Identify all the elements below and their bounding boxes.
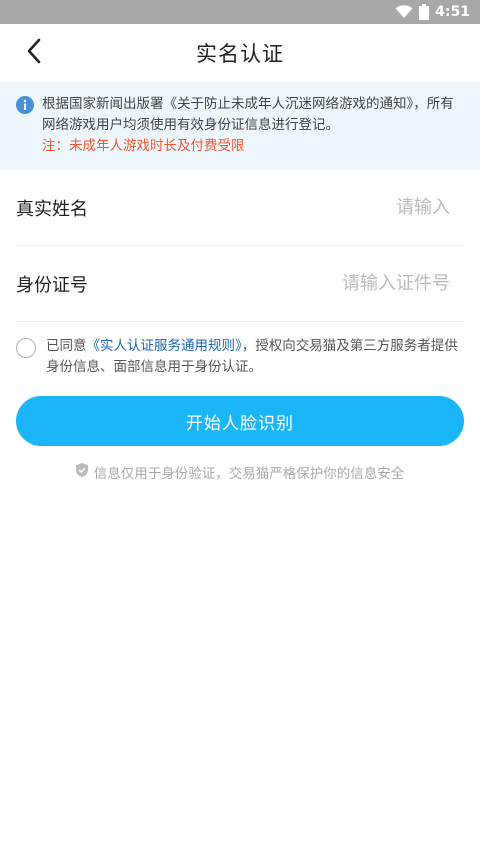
notice-warning: 注：未成年人游戏时长及付费受限 bbox=[42, 138, 245, 154]
id-number-label: 身份证号 bbox=[16, 274, 88, 296]
name-label: 真实姓名 bbox=[16, 198, 88, 220]
wifi-icon bbox=[395, 5, 413, 19]
start-face-recognition-button[interactable]: 开始人脸识别 bbox=[16, 396, 464, 446]
name-input[interactable] bbox=[264, 197, 464, 218]
nav-bar: 实名认证 bbox=[0, 24, 480, 82]
agreement-checkbox[interactable] bbox=[16, 338, 36, 358]
agreement-rules-link[interactable]: 《实人认证服务通用规则》 bbox=[87, 338, 242, 354]
notice-text: 根据国家新闻出版署《关于防止未成年人沉迷网络游戏的通知》，所有网络游戏用户均须使… bbox=[42, 96, 454, 133]
back-button[interactable] bbox=[20, 37, 48, 69]
security-note-text: 信息仅用于身份验证，交易猫严格保护你的信息安全 bbox=[93, 466, 405, 482]
agreement-text: 已同意《实人认证服务通用规则》，授权向交易猫及第三方服务者提供身份信息、面部信息… bbox=[44, 336, 464, 378]
notice-text-block: 根据国家新闻出版署《关于防止未成年人沉迷网络游戏的通知》，所有网络游戏用户均须使… bbox=[42, 94, 464, 157]
page-title: 实名认证 bbox=[196, 42, 284, 66]
policy-notice: 根据国家新闻出版署《关于防止未成年人沉迷网络游戏的通知》，所有网络游戏用户均须使… bbox=[0, 82, 480, 170]
info-icon bbox=[16, 96, 34, 114]
status-time: 4:51 bbox=[435, 4, 470, 20]
agreement-prefix: 已同意 bbox=[46, 338, 87, 354]
security-note: 信息仅用于身份验证，交易猫严格保护你的信息安全 bbox=[0, 462, 480, 482]
name-row: 真实姓名 bbox=[16, 170, 464, 246]
battery-icon bbox=[419, 4, 430, 20]
shield-icon bbox=[75, 463, 88, 481]
status-icons: 4:51 bbox=[395, 4, 470, 20]
back-arrow-icon bbox=[26, 38, 42, 68]
id-number-row: 身份证号 bbox=[16, 246, 464, 322]
agreement-row: 已同意《实人认证服务通用规则》，授权向交易猫及第三方服务者提供身份信息、面部信息… bbox=[0, 322, 480, 378]
id-number-input[interactable] bbox=[264, 273, 464, 294]
status-bar: 4:51 bbox=[0, 0, 480, 24]
